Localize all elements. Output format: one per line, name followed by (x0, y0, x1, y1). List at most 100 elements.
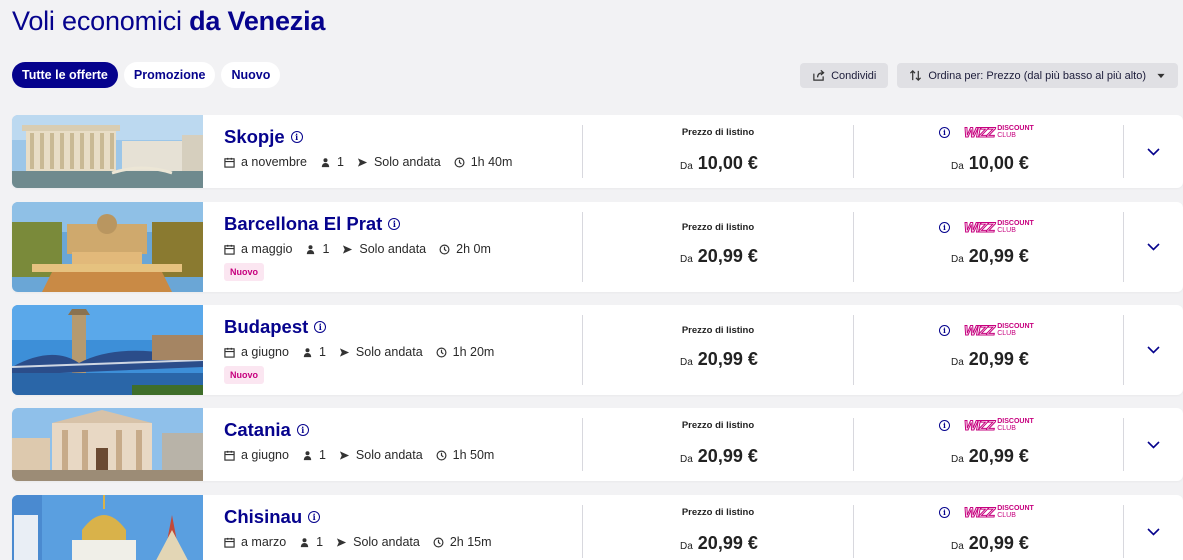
page-title: Voli economici da Venezia (12, 6, 325, 37)
trip-type: Solo andata (353, 535, 420, 549)
destination-city[interactable]: Skopje (224, 126, 285, 148)
club-price-value: 20,99 € (968, 533, 1029, 553)
expand-button[interactable] (1124, 305, 1183, 395)
passenger-count: 1 (322, 242, 330, 256)
chevron-down-icon (1147, 527, 1160, 536)
share-button[interactable]: Condividi (800, 63, 889, 88)
list-price[interactable]: Prezzo di listino Da 10,00 € (583, 115, 853, 188)
trip-type: Solo andata (355, 345, 423, 359)
destination-city[interactable]: Catania (224, 419, 291, 441)
info-icon[interactable]: i (939, 126, 950, 138)
new-badge: Nuovo (224, 366, 264, 384)
discount-club-price[interactable]: i WIZZ DISCOUNT CLUB Da 20,99 € (854, 408, 1124, 481)
wizz-discount-club-logo: WIZZ DISCOUNT CLUB (963, 417, 1034, 434)
filter-all-offers[interactable]: Tutte le offerte (12, 62, 118, 88)
calendar-icon (224, 450, 235, 461)
price-label: Prezzo di listino (681, 325, 755, 336)
flight-card[interactable]: Chisinau i a marzo 1 Solo andata 2h 15m P… (12, 495, 1183, 560)
list-price[interactable]: Prezzo di listino Da 20,99 € (583, 495, 853, 560)
from-label: Da (680, 454, 693, 465)
page-title-city: da Venezia (189, 6, 326, 36)
chevron-down-icon (1147, 440, 1160, 449)
person-icon (303, 347, 312, 357)
expand-button[interactable] (1124, 495, 1183, 560)
wizz-discount-club-logo: WIZZ DISCOUNT CLUB (963, 219, 1034, 236)
club-price-value: 10,00 € (968, 153, 1029, 173)
discount-club-price[interactable]: i WIZZ DISCOUNT CLUB Da 20,99 € (854, 305, 1124, 395)
expand-button[interactable] (1124, 408, 1183, 481)
passenger-count: 1 (337, 155, 344, 169)
person-icon (321, 157, 330, 167)
filter-bar: Tutte le offerte Promozione Nuovo (12, 62, 281, 88)
flight-info: Catania i a giugno 1 Solo andata 1h 50m (224, 419, 584, 462)
expand-button[interactable] (1124, 115, 1183, 188)
info-icon[interactable]: i (314, 321, 327, 333)
clock-icon (439, 244, 450, 254)
filter-promotion[interactable]: Promozione (123, 62, 216, 88)
flight-duration: 1h 20m (452, 345, 495, 359)
info-icon[interactable]: i (290, 131, 303, 143)
price-label: Prezzo di listino (681, 420, 755, 431)
chevron-down-icon (1147, 346, 1160, 354)
list-price[interactable]: Prezzo di listino Da 20,99 € (583, 305, 853, 395)
flight-duration: 1h 40m (470, 155, 513, 169)
discount-club-price[interactable]: i WIZZ DISCOUNT CLUB Da 20,99 € (854, 495, 1124, 560)
flight-duration: 1h 50m (452, 448, 495, 462)
new-badge: Nuovo (224, 263, 264, 281)
from-label: Da (680, 357, 693, 368)
flight-card[interactable]: Skopje i a novembre 1 Solo andata 1h 40m … (12, 115, 1183, 188)
wizz-discount-club-logo: WIZZ DISCOUNT CLUB (963, 124, 1034, 141)
calendar-icon (224, 347, 235, 358)
expand-button[interactable] (1124, 202, 1183, 292)
sort-dropdown[interactable]: Ordina per: Prezzo (dal più basso al più… (897, 63, 1178, 88)
travel-month: a giugno (241, 345, 289, 359)
info-icon[interactable]: i (388, 218, 401, 230)
info-icon[interactable]: i (308, 511, 321, 523)
info-icon[interactable]: i (939, 221, 950, 233)
list-price[interactable]: Prezzo di listino Da 20,99 € (583, 202, 853, 292)
info-icon[interactable]: i (939, 324, 950, 336)
person-icon (307, 244, 315, 254)
person-icon (300, 537, 309, 547)
destination-city[interactable]: Barcellona El Prat (224, 213, 382, 235)
plane-icon (339, 450, 350, 460)
passenger-count: 1 (318, 345, 326, 359)
discount-club-price[interactable]: i WIZZ DISCOUNT CLUB Da 20,99 € (854, 202, 1124, 292)
flight-info: Barcellona El Prat i a maggio 1 Solo anda… (224, 213, 584, 281)
from-label: Da (680, 161, 693, 172)
price-label: Prezzo di listino (681, 127, 755, 138)
price-value: 10,00 € (697, 153, 758, 173)
destination-image (12, 115, 203, 188)
sort-icon (910, 70, 922, 81)
destination-city[interactable]: Budapest (224, 316, 308, 338)
travel-month: a novembre (241, 155, 308, 169)
share-icon (813, 69, 825, 81)
travel-month: a maggio (241, 242, 293, 256)
trip-type: Solo andata (355, 448, 423, 462)
from-label: Da (951, 161, 964, 172)
person-icon (303, 450, 312, 460)
club-price-value: 20,99 € (968, 349, 1029, 369)
travel-month: a giugno (241, 448, 289, 462)
from-label: Da (951, 541, 964, 552)
from-label: Da (951, 254, 964, 265)
trip-type: Solo andata (373, 155, 441, 169)
flight-card[interactable]: Catania i a giugno 1 Solo andata 1h 50m P… (12, 408, 1183, 481)
info-icon[interactable]: i (296, 424, 309, 436)
destination-city[interactable]: Chisinau (224, 506, 302, 528)
flight-card[interactable]: Barcellona El Prat i a maggio 1 Solo anda… (12, 202, 1183, 292)
from-label: Da (680, 541, 693, 552)
discount-club-price[interactable]: i WIZZ DISCOUNT CLUB Da 10,00 € (854, 115, 1124, 188)
list-price[interactable]: Prezzo di listino Da 20,99 € (583, 408, 853, 481)
club-price-value: 20,99 € (968, 446, 1029, 466)
filter-new[interactable]: Nuovo (221, 62, 281, 88)
info-icon[interactable]: i (939, 419, 950, 431)
from-label: Da (951, 454, 964, 465)
toolbar: Condividi Ordina per: Prezzo (dal più ba… (800, 63, 1178, 88)
flight-card[interactable]: Budapest i a giugno 1 Solo andata 1h 20m … (12, 305, 1183, 395)
info-icon[interactable]: i (939, 506, 950, 518)
price-value: 20,99 € (697, 246, 758, 266)
club-price-value: 20,99 € (968, 246, 1029, 266)
travel-month: a marzo (241, 535, 287, 549)
plane-icon (337, 537, 347, 547)
